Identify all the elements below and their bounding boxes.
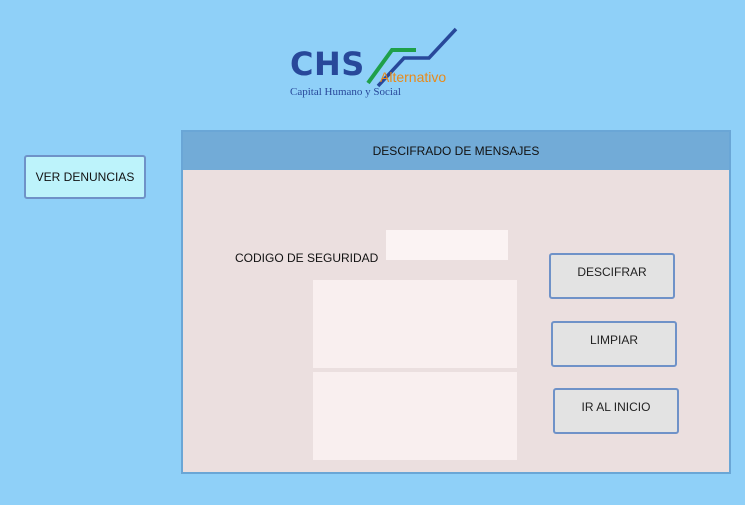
logo-subword: Alternativo — [380, 69, 447, 85]
message-output-textarea[interactable] — [313, 372, 517, 460]
logo-tagline: Capital Humano y Social — [290, 86, 401, 98]
logo-wordmark: CHS — [290, 45, 365, 83]
panel-title: DESCIFRADO DE MENSAJES — [372, 144, 540, 158]
codigo-seguridad-label: CODIGO DE SEGURIDAD — [235, 251, 379, 265]
limpiar-label: LIMPIAR — [589, 333, 638, 347]
descifrar-label: DESCIFRAR — [577, 265, 647, 279]
ver-denuncias-label: VER DENUNCIAS — [35, 170, 135, 184]
codigo-seguridad-input[interactable] — [386, 230, 508, 260]
ir-al-inicio-label: IR AL INICIO — [581, 400, 651, 414]
ver-denuncias-button[interactable]: VER DENUNCIAS — [24, 155, 146, 199]
ir-al-inicio-button[interactable]: IR AL INICIO — [553, 388, 679, 434]
chs-logo: CHS Alternativo Capital Humano y Social — [288, 26, 463, 102]
descifrar-button[interactable]: DESCIFRAR — [549, 253, 675, 299]
limpiar-button[interactable]: LIMPIAR — [551, 321, 677, 367]
panel-header: DESCIFRADO DE MENSAJES — [183, 132, 729, 170]
descifrado-panel: DESCIFRADO DE MENSAJES CODIGO DE SEGURID… — [181, 130, 731, 474]
message-input-textarea[interactable] — [313, 280, 517, 368]
